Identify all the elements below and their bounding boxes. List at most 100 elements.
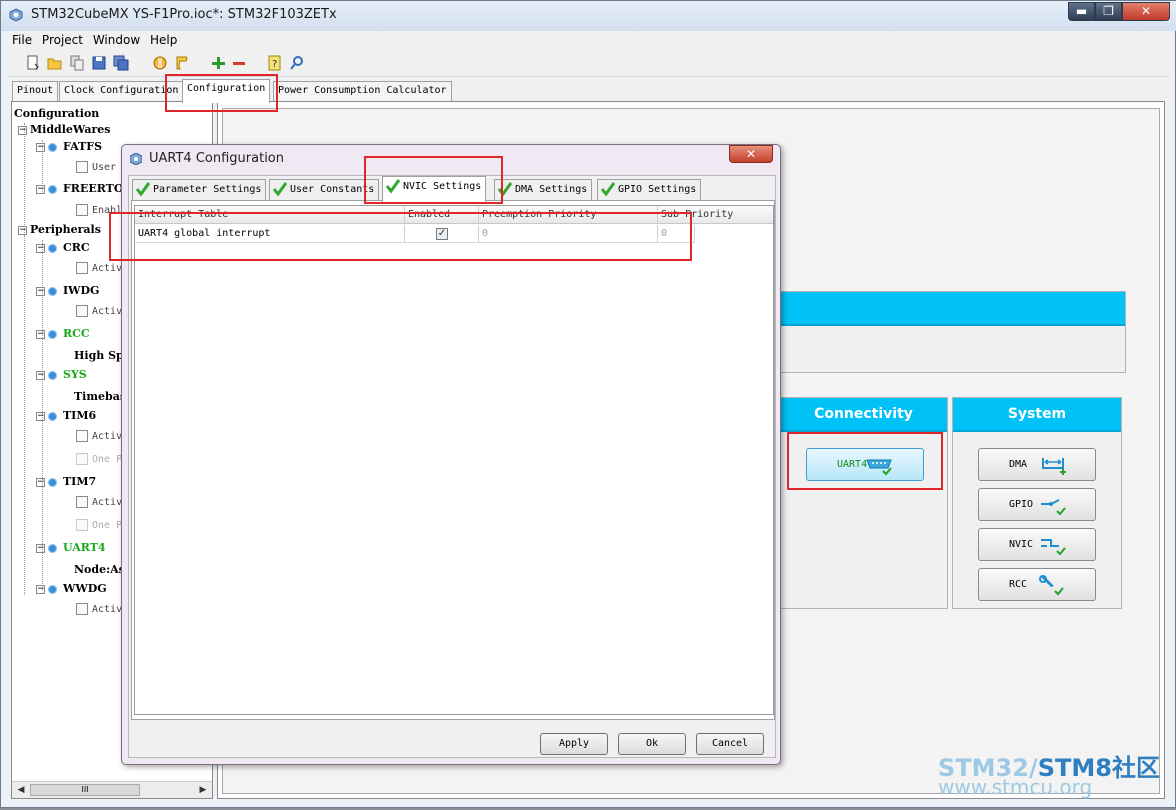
- main-tab-bar: Pinout Clock Configuration Configuration…: [9, 79, 1169, 103]
- tab-nvic-settings[interactable]: NVIC Settings: [382, 176, 487, 202]
- checkbox[interactable]: [76, 430, 88, 442]
- tree-peripherals[interactable]: − Peripherals: [18, 222, 101, 238]
- nvic-icon: [1041, 539, 1066, 556]
- generate-code-icon[interactable]: [152, 55, 168, 71]
- system-category: System DMA GPIO NVIC RCC: [952, 397, 1122, 609]
- tree-uart4-mode[interactable]: Node:As: [74, 562, 125, 578]
- zoom-out-icon[interactable]: [231, 55, 247, 71]
- tab-configuration[interactable]: Configuration: [182, 79, 271, 103]
- tree-sys[interactable]: − SYS: [36, 367, 87, 383]
- tree-fatfs-user[interactable]: User: [76, 160, 116, 176]
- menu-window[interactable]: Window: [90, 31, 143, 47]
- title-bar: STM32CubeMX YS-F1Pro.ioc*: STM32F103ZETx…: [1, 1, 1176, 31]
- checkbox[interactable]: [76, 496, 88, 508]
- checkbox: [76, 519, 88, 531]
- checkbox[interactable]: [76, 161, 88, 173]
- gear-icon: [48, 286, 57, 296]
- checkbox[interactable]: [76, 204, 88, 216]
- gpio-button[interactable]: GPIO: [978, 488, 1096, 521]
- green-check-icon: [600, 182, 616, 197]
- tab-parameter-settings[interactable]: Parameter Settings: [132, 179, 267, 200]
- horizontal-scrollbar[interactable]: ◀ III ▶: [12, 781, 212, 798]
- tree-tim6-one-pulse: One P: [76, 452, 122, 468]
- tree-tim7[interactable]: − TIM7: [36, 474, 96, 490]
- tree-middlewares[interactable]: − MiddleWares: [18, 122, 110, 138]
- gear-icon: [48, 370, 57, 380]
- zoom-in-icon[interactable]: [210, 55, 226, 71]
- rcc-button[interactable]: RCC: [978, 568, 1096, 601]
- new-file-icon[interactable]: [25, 55, 41, 71]
- svg-text:?: ?: [272, 59, 277, 70]
- save-icon[interactable]: [91, 55, 107, 71]
- collapse-icon[interactable]: −: [36, 477, 45, 487]
- close-window-button[interactable]: ✕: [1122, 2, 1170, 21]
- tree-wwdg-activated[interactable]: Activ: [76, 602, 122, 618]
- collapse-icon[interactable]: −: [36, 411, 45, 421]
- tab-user-constants[interactable]: User Constants: [269, 179, 380, 200]
- scrollbar-thumb[interactable]: III: [30, 784, 140, 796]
- checkbox: [76, 453, 88, 465]
- cancel-button[interactable]: Cancel: [696, 733, 764, 755]
- copy-icon[interactable]: [69, 55, 85, 71]
- menu-help[interactable]: Help: [147, 31, 180, 47]
- dma-button[interactable]: DMA: [978, 448, 1096, 481]
- collapse-icon[interactable]: −: [36, 142, 45, 152]
- tree-rcc-high-speed[interactable]: High Sp: [74, 348, 124, 364]
- scroll-left-icon[interactable]: ◀: [14, 783, 28, 797]
- tree-iwdg[interactable]: − IWDG: [36, 283, 99, 299]
- tree-tim6[interactable]: − TIM6: [36, 408, 96, 424]
- tab-dma-settings[interactable]: DMA Settings: [494, 179, 593, 200]
- window-title: STM32CubeMX YS-F1Pro.ioc*: STM32F103ZETx: [31, 7, 337, 22]
- collapse-icon[interactable]: −: [18, 225, 27, 235]
- collapse-icon[interactable]: −: [36, 243, 45, 253]
- nvic-button[interactable]: NVIC: [978, 528, 1096, 561]
- checkbox[interactable]: [76, 603, 88, 615]
- tree-crc-activated[interactable]: Activ: [76, 261, 122, 277]
- collapse-icon[interactable]: −: [36, 543, 45, 553]
- connectivity-category: Connectivity UART4: [779, 397, 948, 609]
- highlight-interrupt-row: [109, 212, 692, 261]
- tree-sys-timebase[interactable]: Timebas: [74, 389, 126, 405]
- check-updates-icon[interactable]: [289, 55, 305, 71]
- tree-tim7-activated[interactable]: Activ: [76, 495, 122, 511]
- apply-button[interactable]: Apply: [540, 733, 608, 755]
- checkbox[interactable]: [76, 262, 88, 274]
- minimize-button[interactable]: ▬: [1068, 2, 1095, 21]
- tree-uart4[interactable]: − UART4: [36, 540, 106, 556]
- tab-gpio-settings[interactable]: GPIO Settings: [597, 179, 702, 200]
- tab-power-consumption[interactable]: Power Consumption Calculator: [273, 81, 452, 101]
- connectivity-header: Connectivity: [780, 398, 947, 432]
- maximize-button[interactable]: ❐: [1095, 2, 1122, 21]
- save-all-icon[interactable]: [113, 55, 129, 71]
- green-check-icon: [385, 179, 401, 194]
- collapse-icon[interactable]: −: [36, 329, 45, 339]
- green-check-icon: [272, 182, 288, 197]
- tree-wwdg[interactable]: − WWDG: [36, 581, 107, 597]
- collapse-icon[interactable]: −: [36, 584, 45, 594]
- open-folder-icon[interactable]: [47, 55, 63, 71]
- tree-crc[interactable]: − CRC: [36, 240, 90, 256]
- tree-tim6-activated[interactable]: Activ: [76, 429, 122, 445]
- tree-iwdg-activated[interactable]: Activ: [76, 304, 122, 320]
- tree-freertos[interactable]: − FREERTO: [36, 181, 123, 197]
- menu-project[interactable]: Project: [39, 31, 86, 47]
- scroll-right-icon[interactable]: ▶: [196, 783, 210, 797]
- collapse-icon[interactable]: −: [36, 370, 45, 380]
- menu-file[interactable]: File: [9, 31, 35, 47]
- gear-icon: [48, 543, 57, 553]
- gpio-icon: [1041, 499, 1066, 516]
- collapse-icon[interactable]: −: [36, 286, 45, 296]
- category-header: [777, 292, 1125, 326]
- help-icon[interactable]: ?: [267, 55, 283, 71]
- checkbox[interactable]: [76, 305, 88, 317]
- collapse-icon[interactable]: −: [36, 184, 45, 194]
- ok-button[interactable]: Ok: [618, 733, 686, 755]
- tree-rcc[interactable]: − RCC: [36, 326, 90, 342]
- tab-pinout[interactable]: Pinout: [12, 81, 59, 101]
- collapse-icon[interactable]: −: [18, 125, 27, 135]
- dialog-close-button[interactable]: ✕: [729, 145, 773, 163]
- report-icon[interactable]: [174, 55, 190, 71]
- main-window: STM32CubeMX YS-F1Pro.ioc*: STM32F103ZETx…: [0, 0, 1176, 808]
- tree-fatfs[interactable]: − FATFS: [36, 139, 102, 155]
- cubemx-app-icon: [9, 8, 23, 22]
